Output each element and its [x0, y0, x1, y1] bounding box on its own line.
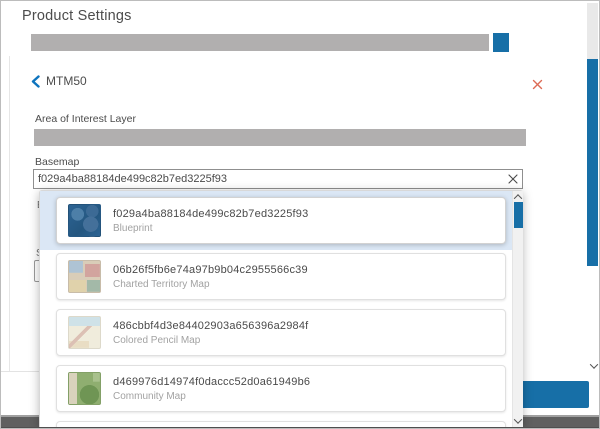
option-title: Blueprint [113, 223, 308, 234]
window-scrollbar-thumb[interactable] [587, 59, 598, 266]
area-of-interest-field-redacted[interactable] [34, 129, 526, 146]
option-title: Charted Territory Map [113, 279, 308, 290]
back-button[interactable]: MTM50 [31, 74, 87, 88]
redacted-header-bar [31, 34, 489, 51]
clear-input-button[interactable] [504, 170, 522, 188]
chevron-down-icon [514, 415, 522, 423]
chevron-down-icon [589, 360, 597, 368]
area-of-interest-label: Area of Interest Layer [35, 113, 136, 125]
dropdown-scroll-down-button[interactable] [513, 415, 523, 427]
basemap-dropdown: f029a4ba88184de499c82b7ed3225f93 Bluepri… [39, 190, 523, 428]
option-id: 486cbbf4d3e84402903a656396a2984f [113, 320, 308, 332]
option-text: d469976d14974f0daccc52d0a61949b6 Communi… [113, 376, 310, 402]
basemap-option-charted-territory[interactable]: 06b26f5fb6e74a97b9b04c2955566c39 Charted… [56, 253, 506, 300]
colored-pencil-thumbnail [68, 316, 101, 349]
option-id: d469976d14974f0daccc52d0a61949b6 [113, 376, 310, 388]
charted-territory-thumbnail [68, 260, 101, 293]
header-bar-action-square[interactable] [493, 33, 509, 52]
close-button[interactable] [530, 77, 544, 91]
basemap-option-blueprint[interactable]: f029a4ba88184de499c82b7ed3225f93 Bluepri… [56, 197, 506, 244]
page-title: Product Settings [22, 8, 132, 24]
option-id: f029a4ba88184de499c82b7ed3225f93 [113, 208, 308, 220]
product-settings-window: Product Settings MTM50 Area of Interest … [0, 0, 600, 429]
community-thumbnail [68, 372, 101, 405]
option-title: Colored Pencil Map [113, 335, 308, 346]
dropdown-scrollbar-track[interactable] [512, 191, 523, 428]
clear-x-icon [508, 174, 518, 184]
option-text: 06b26f5fb6e74a97b9b04c2955566c39 Charted… [113, 264, 308, 290]
option-id: 06b26f5fb6e74a97b9b04c2955566c39 [113, 264, 308, 276]
close-icon [532, 79, 543, 90]
window-scrollbar-track[interactable] [587, 3, 598, 59]
basemap-label: Basemap [35, 156, 79, 168]
chevron-left-icon [31, 75, 40, 88]
basemap-input-wrap [33, 169, 523, 189]
dropdown-scrollbar-thumb[interactable] [514, 202, 523, 228]
option-text: f029a4ba88184de499c82b7ed3225f93 Bluepri… [113, 208, 308, 234]
blueprint-thumbnail [68, 204, 101, 237]
option-text: 486cbbf4d3e84402903a656396a2984f Colored… [113, 320, 308, 346]
window-scrollbar-down-button[interactable] [588, 359, 599, 372]
back-button-label: MTM50 [46, 74, 87, 88]
panel-left-border [9, 56, 10, 371]
basemap-option-community[interactable]: d469976d14974f0daccc52d0a61949b6 Communi… [56, 365, 506, 412]
basemap-option-colored-pencil[interactable]: 486cbbf4d3e84402903a656396a2984f Colored… [56, 309, 506, 356]
option-title: Community Map [113, 391, 310, 402]
basemap-input[interactable] [34, 170, 504, 188]
